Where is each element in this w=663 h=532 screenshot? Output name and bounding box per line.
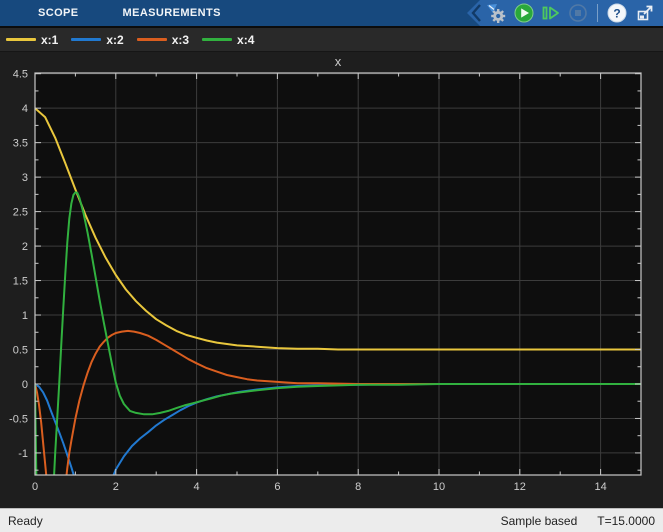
legend-item[interactable]: x:4: [202, 33, 254, 47]
legend-item[interactable]: x:3: [137, 33, 189, 47]
play-circle-icon: [513, 2, 535, 24]
legend-item[interactable]: x:1: [6, 33, 58, 47]
legend-swatch-line: [71, 38, 101, 41]
stop-button: [566, 1, 590, 25]
y-tick-label: 1: [22, 310, 28, 322]
y-tick-label: 3.5: [13, 138, 28, 150]
sample-mode-label: Sample based: [501, 514, 578, 528]
plot-area[interactable]: x 0 2 4 6 8 10 12 14 -1 -0.5 0 0.5 1 1.5 2 2.5 3 3.5 4 4.5: [0, 52, 663, 508]
toolstrip: SCOPE MEASUREMENTS: [0, 0, 663, 26]
y-tick-label: 1.5: [13, 276, 28, 288]
scope-chart[interactable]: 0 2 4 6 8 10 12 14 -1 -0.5 0 0.5 1 1.5 2 2.5 3 3.5 4 4.5: [0, 52, 663, 508]
legend-item-label: x:3: [172, 33, 189, 47]
pop-out-window-icon: [634, 2, 656, 24]
legend-swatch-line: [6, 38, 36, 41]
status-message: Ready: [0, 514, 501, 528]
x-tick-label: 14: [594, 481, 606, 493]
scope-window: SCOPE MEASUREMENTS: [0, 0, 663, 532]
svg-text:?: ?: [613, 7, 620, 21]
question-circle-icon: ?: [606, 2, 628, 24]
x-tick-label: 6: [274, 481, 280, 493]
stop-circle-icon: [567, 2, 589, 24]
x-tick-label: 4: [194, 481, 200, 493]
x-tick-label: 10: [433, 481, 445, 493]
legend-bar: x:1 x:2 x:3 x:4: [0, 26, 663, 52]
sim-time-label: T=15.0000: [597, 514, 655, 528]
y-tick-label: 0.5: [13, 345, 28, 357]
legend-item-label: x:1: [41, 33, 58, 47]
configuration-properties-button[interactable]: [484, 1, 508, 25]
x-tick-label: 12: [514, 481, 526, 493]
gear-icon: [485, 2, 507, 24]
run-button[interactable]: [512, 1, 536, 25]
y-tick-label: 2: [22, 241, 28, 253]
x-tick-label: 0: [32, 481, 38, 493]
plot-title: x: [35, 54, 641, 69]
legend-swatch-line: [202, 38, 232, 41]
legend-item-label: x:4: [237, 33, 254, 47]
y-tick-label: 2.5: [13, 207, 28, 219]
legend-swatch-line: [137, 38, 167, 41]
simulate-panel: ?: [467, 0, 663, 26]
tab-scope[interactable]: SCOPE: [36, 0, 81, 26]
step-forward-button[interactable]: [538, 1, 562, 25]
tab-measurements[interactable]: MEASUREMENTS: [121, 0, 223, 26]
status-bar: Ready Sample based T=15.0000: [0, 508, 663, 532]
x-tick-label: 8: [355, 481, 361, 493]
dock-button[interactable]: [633, 1, 657, 25]
toolbar-divider: [597, 4, 598, 22]
y-tick-label: -0.5: [9, 413, 28, 425]
y-tick-label: -1: [18, 448, 28, 460]
plot-background: [35, 73, 641, 475]
help-button[interactable]: ?: [605, 1, 629, 25]
legend-item[interactable]: x:2: [71, 33, 123, 47]
legend-item-label: x:2: [106, 33, 123, 47]
y-tick-label: 3: [22, 172, 28, 184]
x-tick-label: 2: [113, 481, 119, 493]
y-tick-label: 0: [22, 379, 28, 391]
y-tick-label: 4.5: [13, 69, 28, 81]
step-forward-icon: [539, 2, 561, 24]
y-tick-label: 4: [22, 103, 28, 115]
